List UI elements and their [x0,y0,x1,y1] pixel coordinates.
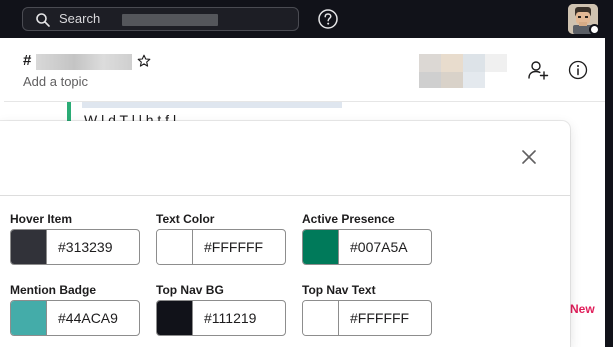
color-input[interactable]: #FFFFFF [156,229,286,265]
color-field-top-nav-text: Top Nav Text #FFFFFF [302,283,434,336]
search-redacted-text [122,14,218,26]
color-field-top-nav-bg: Top Nav BG #111219 [156,283,288,336]
close-icon[interactable] [522,150,536,164]
help-icon[interactable] [317,8,339,30]
field-label: Top Nav Text [302,283,376,297]
new-messages-label[interactable]: New [570,302,595,316]
color-input[interactable]: #007A5A [302,229,432,265]
hex-value[interactable]: #007A5A [350,239,408,255]
hex-value[interactable]: #FFFFFF [204,239,263,255]
color-swatch[interactable] [303,301,339,335]
color-field-mention-badge: Mention Badge #44ACA9 [10,283,142,336]
hex-value[interactable]: #111219 [204,310,256,326]
color-field-text-color: Text Color #FFFFFF [156,212,288,265]
search-placeholder: Search [59,11,101,26]
info-icon[interactable] [568,60,588,80]
color-field-active-presence: Active Presence #007A5A [302,212,434,265]
color-swatch[interactable] [303,230,339,264]
field-label: Top Nav BG [156,283,224,297]
channel-name[interactable]: # [23,52,31,69]
window-edge [605,38,613,347]
color-swatch[interactable] [11,301,47,335]
add-member-icon[interactable] [527,59,549,81]
star-icon[interactable] [137,54,151,68]
color-input[interactable]: #111219 [156,300,286,336]
channel-name-redacted [36,54,132,70]
field-label: Active Presence [302,212,395,226]
color-input[interactable]: #44ACA9 [10,300,140,336]
field-label: Text Color [156,212,215,226]
color-input[interactable]: #313239 [10,229,140,265]
hex-value[interactable]: #44ACA9 [58,310,118,326]
field-label: Mention Badge [10,283,96,297]
color-input[interactable]: #FFFFFF [302,300,432,336]
color-swatch[interactable] [157,301,193,335]
color-swatch[interactable] [11,230,47,264]
channel-topic[interactable]: Add a topic [23,74,88,89]
color-swatch[interactable] [157,230,193,264]
member-avatars[interactable] [419,54,509,90]
search-icon [36,13,50,27]
theme-colors-modal: Hover Item #313239 Text Color #FFFFFF Ac… [0,121,570,347]
modal-divider [0,195,570,196]
hex-value[interactable]: #313239 [58,239,113,255]
top-nav-bar: Search [0,0,613,38]
color-field-hover-item: Hover Item #313239 [10,212,142,265]
field-label: Hover Item [10,212,73,226]
search-box[interactable]: Search [22,7,299,31]
channel-header: # Add a topic [4,38,605,102]
presence-indicator [589,24,600,35]
hex-value[interactable]: #FFFFFF [350,310,409,326]
message-redacted [82,102,342,108]
